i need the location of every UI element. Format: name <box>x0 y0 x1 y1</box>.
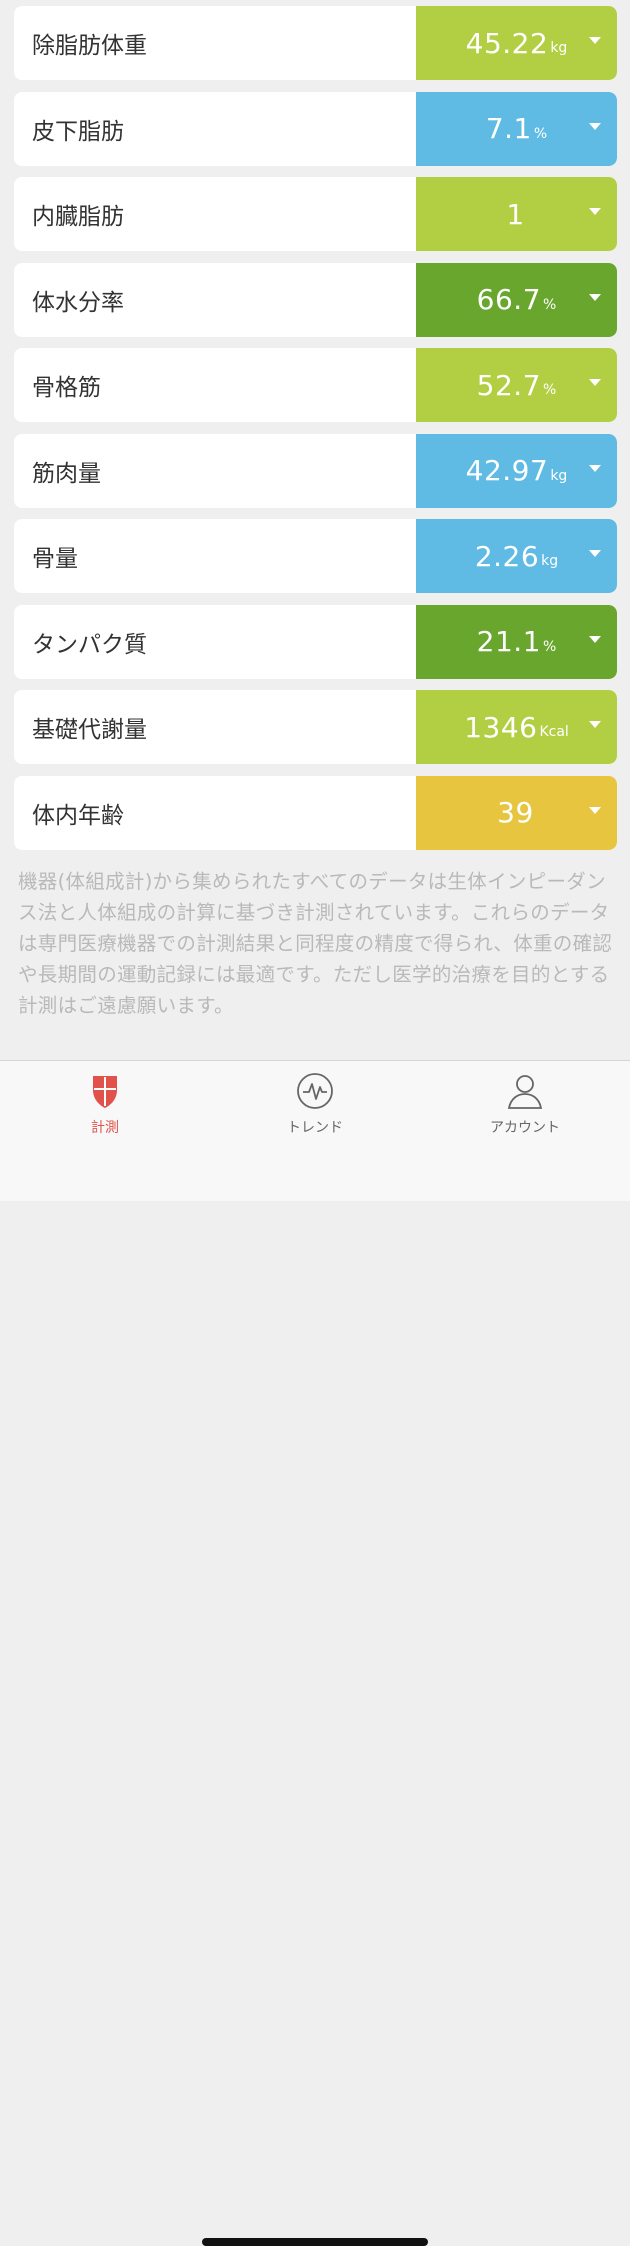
tab-account[interactable]: アカウント <box>420 1071 630 1137</box>
chevron-down-icon[interactable] <box>589 550 601 557</box>
metric-row-lean-body-mass[interactable]: 除脂肪体重 45.22 kg <box>14 6 617 80</box>
metric-label: 骨格筋 <box>32 375 101 401</box>
shield-icon <box>93 1076 117 1108</box>
metric-unit: % <box>533 125 548 142</box>
metric-unit: % <box>543 638 557 655</box>
metric-value: 39 <box>497 796 534 829</box>
metric-value: 7.1 <box>485 112 532 145</box>
metric-row-visceral-fat[interactable]: 内臓脂肪 1 <box>14 177 617 251</box>
metric-row-body-water[interactable]: 体水分率 66.7 % <box>14 262 617 337</box>
tab-label: 計測 <box>91 1120 119 1136</box>
tab-label: トレンド <box>287 1120 343 1136</box>
chevron-down-icon[interactable] <box>589 122 601 130</box>
metric-row-protein[interactable]: タンパク質 21.1 % <box>14 604 617 679</box>
metrics-list: 除脂肪体重 45.22 kg 皮下脂肪 7.1 % 内臓脂肪 1 体水分率 66… <box>14 6 617 861</box>
metric-unit: kg <box>550 467 568 484</box>
metric-value: 42.97 <box>465 454 549 487</box>
metric-value-box[interactable]: 66.7 % <box>416 262 617 337</box>
tab-measure[interactable]: 計測 <box>0 1071 210 1137</box>
metric-value-box[interactable]: 2.26 kg <box>416 519 617 593</box>
metric-label: 基礎代謝量 <box>32 717 147 743</box>
tab-trend[interactable]: トレンド <box>210 1071 420 1137</box>
chevron-down-icon[interactable] <box>589 464 601 472</box>
metric-label: 骨量 <box>32 546 78 572</box>
metric-label: 内臓脂肪 <box>32 204 124 230</box>
chevron-down-icon[interactable] <box>589 37 601 44</box>
metric-row-basal-metabolism[interactable]: 基礎代謝量 1346 Kcal <box>14 690 617 764</box>
metric-label: 筋肉量 <box>32 460 101 487</box>
metric-value: 52.7 <box>476 368 542 402</box>
metric-row-muscle-mass[interactable]: 筋肉量 42.97 kg <box>14 433 617 508</box>
tab-bar: 計測 トレンド アカウント <box>0 1060 630 2246</box>
chevron-down-icon[interactable] <box>589 208 601 215</box>
tab-label: アカウント <box>490 1120 560 1136</box>
chevron-down-icon[interactable] <box>589 379 601 386</box>
metric-value-box[interactable]: 21.1 % <box>416 604 617 679</box>
disclaimer-text: 機器(体組成計)から集められたすべてのデータは生体インピーダンス法と人体組成の計… <box>18 870 613 1017</box>
chevron-down-icon[interactable] <box>589 635 601 643</box>
heartbeat-icon <box>297 1073 333 1109</box>
metric-value: 21.1 <box>476 625 542 658</box>
metric-value-box[interactable]: 1 <box>416 177 617 251</box>
metric-value-box[interactable]: 52.7 % <box>416 348 617 422</box>
metric-unit: kg <box>550 40 568 56</box>
metric-value: 1 <box>506 197 525 231</box>
metric-row-skeletal-muscle[interactable]: 骨格筋 52.7 % <box>14 348 617 422</box>
person-icon <box>507 1075 543 1109</box>
metric-label: 体内年齢 <box>32 802 124 829</box>
chevron-down-icon[interactable] <box>589 721 601 728</box>
metric-unit: % <box>543 296 557 313</box>
metric-value: 2.26 <box>474 539 540 573</box>
metric-value: 66.7 <box>476 283 542 316</box>
metric-value-box[interactable]: 45.22 kg <box>416 6 617 80</box>
metric-value-box[interactable]: 42.97 kg <box>416 433 617 508</box>
metric-value-box[interactable]: 7.1 % <box>416 91 617 166</box>
metric-row-body-age[interactable]: 体内年齢 39 <box>14 775 617 850</box>
metric-row-subcutaneous-fat[interactable]: 皮下脂肪 7.1 % <box>14 91 617 166</box>
metric-label: 皮下脂肪 <box>32 118 124 145</box>
chevron-down-icon[interactable] <box>589 806 601 814</box>
metric-value: 1346 <box>464 710 538 744</box>
metric-row-bone-mass[interactable]: 骨量 2.26 kg <box>14 519 617 593</box>
metric-value: 45.22 <box>465 26 549 60</box>
chevron-down-icon[interactable] <box>589 293 601 301</box>
metric-label: 体水分率 <box>32 289 124 316</box>
metric-unit: kg <box>541 553 559 569</box>
metric-value-box[interactable]: 39 <box>416 775 617 850</box>
metric-value-box[interactable]: 1346 Kcal <box>416 690 617 764</box>
metric-unit: Kcal <box>539 724 569 740</box>
home-indicator <box>202 2238 428 2246</box>
metric-label: タンパク質 <box>32 631 147 658</box>
metric-unit: % <box>543 382 557 398</box>
metric-label: 除脂肪体重 <box>32 33 147 59</box>
